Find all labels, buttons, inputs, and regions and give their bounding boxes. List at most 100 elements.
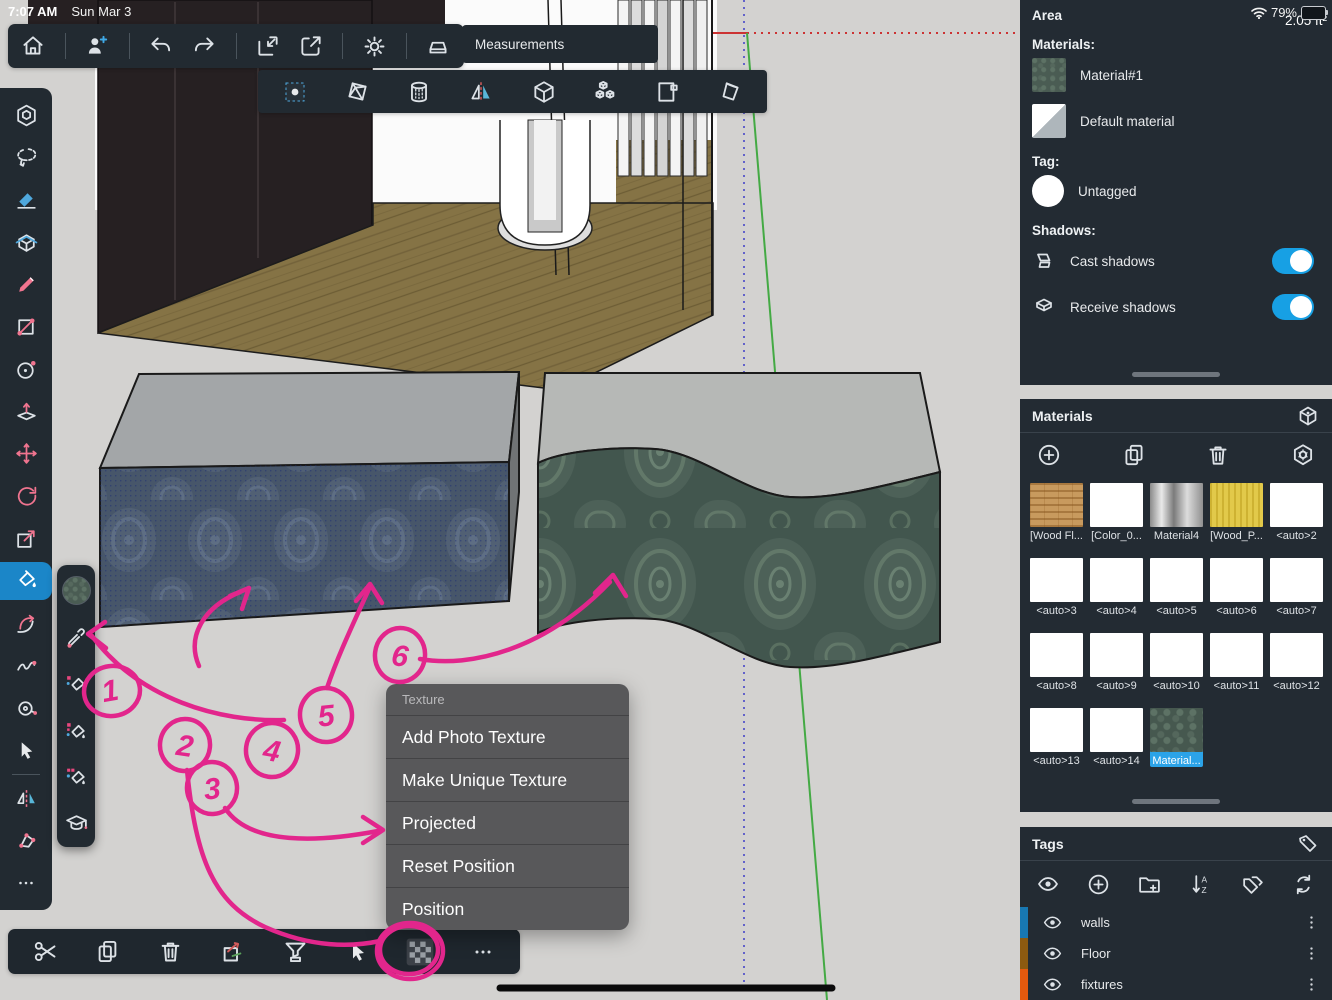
paint-all-icon[interactable] [64,765,89,790]
tool-move[interactable] [6,435,46,473]
tag-options-icon[interactable] [1303,976,1320,993]
more-button[interactable] [459,932,507,972]
add-collaborator-button[interactable] [76,26,119,66]
material-tile[interactable]: <auto>7 [1270,558,1323,617]
eye-icon[interactable] [1036,872,1060,896]
eye-icon[interactable] [1042,943,1063,964]
material-tile[interactable]: <auto>6 [1210,558,1263,617]
import-button[interactable] [246,26,289,66]
redo-button[interactable] [183,26,226,66]
cone-button[interactable] [706,72,754,112]
menu-item-add-photo-texture[interactable]: Add Photo Texture [386,716,629,759]
material-tile[interactable]: [Wood Fl... [1030,483,1083,542]
sort-az-icon[interactable]: AZ [1189,872,1214,897]
tag-options-icon[interactable] [1303,945,1320,962]
storage-button[interactable] [417,26,460,66]
settings-button[interactable] [353,26,396,66]
tool-rectangle[interactable] [6,308,46,346]
undo-button[interactable] [140,26,183,66]
solid-tools-button[interactable] [333,72,381,112]
tag-row-fixtures[interactable]: fixtures [1020,969,1332,1000]
material-tile[interactable]: <auto>9 [1090,633,1143,692]
measurements-box[interactable]: Measurements [462,25,658,63]
flip-button[interactable] [457,72,505,112]
export-button[interactable] [289,26,332,66]
tool-select-arrow[interactable] [6,731,46,769]
add-folder-icon[interactable] [1137,872,1162,897]
tool-rotate[interactable] [6,477,46,515]
tags-stack-icon[interactable] [1240,872,1265,897]
tag-row-walls[interactable]: walls [1020,907,1332,938]
manage-materials-icon[interactable] [1290,442,1316,468]
select-button[interactable] [334,932,382,972]
material-tile[interactable]: <auto>13 [1030,708,1083,767]
delete-material-icon[interactable] [1205,442,1231,468]
cast-shadows-toggle[interactable] [1272,248,1314,274]
tool-paint[interactable] [0,561,52,600]
panel-drag-handle[interactable] [1132,372,1220,377]
menu-item-position[interactable]: Position [386,888,629,930]
menu-item-projected[interactable]: Projected [386,802,629,845]
menu-item-reset-position[interactable]: Reset Position [386,845,629,888]
delete-button[interactable] [146,932,194,972]
eye-icon[interactable] [1042,974,1063,995]
material-tile[interactable]: <auto>5 [1150,558,1203,617]
material-tile[interactable]: <auto>10 [1150,633,1203,692]
material-tile[interactable]: <auto>4 [1090,558,1143,617]
entity-material-row[interactable]: Material#1 [1020,52,1332,98]
home-button[interactable] [12,26,55,66]
material-tile[interactable]: <auto>8 [1030,633,1083,692]
material-tile[interactable]: <auto>2 [1270,483,1323,542]
tool-tape-measure[interactable] [6,689,46,727]
group-button[interactable] [520,72,568,112]
tag-row-floor[interactable]: Floor [1020,938,1332,969]
eye-icon[interactable] [1042,912,1063,933]
purge-icon[interactable] [1291,872,1316,897]
filter-button[interactable] [271,932,319,972]
sample-eyedropper-icon[interactable] [64,626,89,651]
material-tile[interactable]: [Color_0... [1090,483,1143,542]
material-tile[interactable]: Material4 [1150,483,1203,542]
cut-button[interactable] [21,932,69,972]
paint-face-icon[interactable] [64,672,89,697]
paint-object-icon[interactable] [64,719,89,744]
paint-cube-icon[interactable] [1296,404,1320,428]
add-tag-icon[interactable] [1086,872,1111,897]
tool-offset[interactable] [6,604,46,642]
texture-position-button[interactable] [396,932,444,972]
material-tile[interactable]: <auto>3 [1030,558,1083,617]
materials-scroll-handle[interactable] [1132,799,1220,804]
tool-flip[interactable] [6,779,46,817]
tool-lasso[interactable] [6,138,46,176]
tool-polygon[interactable] [6,821,46,859]
wall-panel-button[interactable] [644,72,692,112]
current-material-swatch[interactable] [61,575,91,605]
tag-pencil-icon[interactable] [1296,832,1320,856]
tool-line[interactable] [6,265,46,303]
tool-section-box[interactable] [6,223,46,261]
tool-scale[interactable] [6,520,46,558]
material-tile[interactable]: [Wood_P... [1210,483,1263,542]
entity-material-row[interactable]: Default material [1020,98,1332,144]
tool-more[interactable] [6,864,46,902]
add-material-icon[interactable] [1036,442,1062,468]
tool-smart-select[interactable] [6,96,46,134]
tool-push-pull[interactable] [6,393,46,431]
duplicate-material-icon[interactable] [1121,442,1147,468]
learn-cap-icon[interactable] [64,811,89,836]
material-tile[interactable]: <auto>12 [1270,633,1323,692]
axes-button[interactable] [209,932,257,972]
material-tile[interactable]: <auto>11 [1210,633,1263,692]
tool-circle[interactable] [6,350,46,388]
copy-button[interactable] [84,932,132,972]
material-tile-selected[interactable]: Material... [1150,708,1203,767]
scenes-button[interactable] [271,72,319,112]
tool-freehand[interactable] [6,647,46,685]
material-tile[interactable]: <auto>14 [1090,708,1143,767]
cylinder-button[interactable] [395,72,443,112]
tag-options-icon[interactable] [1303,914,1320,931]
menu-item-make-unique-texture[interactable]: Make Unique Texture [386,759,629,802]
tool-eraser[interactable] [6,181,46,219]
components-button[interactable] [582,72,630,112]
receive-shadows-toggle[interactable] [1272,294,1314,320]
